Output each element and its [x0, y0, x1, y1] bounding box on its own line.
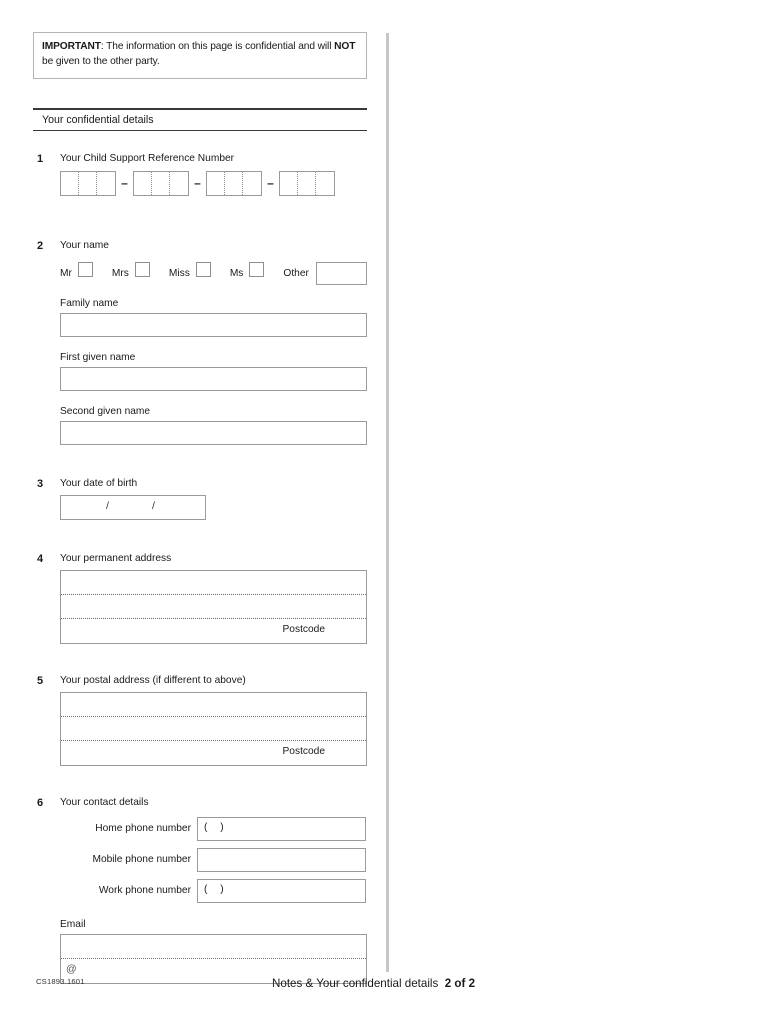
family-name-label: Family name — [60, 297, 119, 309]
question-6-number: 6 — [37, 796, 44, 809]
address-line[interactable] — [61, 717, 366, 741]
address-postcode-line[interactable]: Postcode — [61, 741, 366, 765]
question-5-label: Your postal address (if different to abo… — [60, 674, 246, 686]
reference-separator: – — [267, 176, 274, 191]
form-code: CS1893.1601 — [36, 977, 85, 986]
title-label-mrs: Mrs — [111, 267, 129, 279]
checkbox-miss[interactable] — [195, 261, 211, 277]
title-option-mr[interactable]: Mr — [60, 261, 99, 281]
footer-title: Notes & Your confidential details 2 of 2 — [272, 977, 475, 990]
question-2-label: Your name — [60, 239, 109, 251]
mobile-phone-row: Mobile phone number — [33, 847, 367, 872]
reference-group-3[interactable] — [206, 170, 262, 196]
postcode-label: Postcode — [282, 623, 325, 635]
first-given-name-input[interactable] — [60, 366, 367, 391]
question-3-label: Your date of birth — [60, 477, 138, 489]
title-option-miss[interactable]: Miss — [168, 261, 217, 281]
postcode-label: Postcode — [282, 745, 325, 757]
postal-address-input[interactable]: Postcode — [60, 691, 367, 766]
title-other-label: Other — [283, 267, 309, 279]
reference-separator: – — [121, 176, 128, 191]
question-6: 6 Your contact details Home phone number… — [33, 797, 367, 984]
question-2-number: 2 — [37, 239, 44, 252]
important-not: NOT — [334, 41, 356, 52]
important-lead: IMPORTANT — [42, 41, 101, 52]
home-phone-label: Home phone number — [95, 823, 191, 835]
reference-cell[interactable] — [61, 171, 79, 195]
date-separator-2: / — [152, 499, 155, 512]
address-line[interactable] — [61, 693, 366, 717]
question-5: 5 Your postal address (if different to a… — [33, 675, 367, 766]
title-option-mrs[interactable]: Mrs — [111, 261, 156, 281]
date-of-birth-input[interactable]: / / — [60, 494, 206, 520]
reference-cell[interactable] — [298, 171, 316, 195]
reference-number-input[interactable]: – – – — [33, 170, 367, 196]
reference-cell[interactable] — [225, 171, 243, 195]
question-3-number: 3 — [37, 477, 44, 490]
reference-cell[interactable] — [97, 172, 115, 195]
mobile-phone-input[interactable] — [197, 847, 366, 872]
second-given-name-label: Second given name — [60, 405, 151, 417]
title-label-miss: Miss — [168, 267, 190, 279]
question-1: 1 Your Child Support Reference Number – … — [33, 153, 367, 196]
reference-cell[interactable] — [134, 171, 152, 195]
at-symbol-icon: @ — [66, 962, 77, 975]
form-content: IMPORTANT: The information on this page … — [33, 32, 367, 984]
address-line[interactable] — [61, 571, 366, 595]
question-5-number: 5 — [37, 674, 44, 687]
important-text-1: : The information on this page is confid… — [100, 41, 335, 52]
reference-cell[interactable] — [280, 171, 298, 195]
mobile-phone-label: Mobile phone number — [92, 854, 191, 866]
checkbox-mrs[interactable] — [134, 261, 150, 277]
family-name-input[interactable] — [60, 312, 367, 337]
footer-page-number: 2 of 2 — [444, 977, 476, 990]
email-line[interactable] — [61, 935, 366, 959]
work-phone-input[interactable]: ( ) — [197, 878, 366, 903]
address-line[interactable] — [61, 595, 366, 619]
reference-cell[interactable] — [316, 172, 334, 195]
title-label-mr: Mr — [60, 267, 72, 279]
vertical-divider — [386, 33, 389, 972]
title-label-ms: Ms — [229, 267, 244, 279]
first-given-name-label: First given name — [60, 351, 136, 363]
permanent-address-input[interactable]: Postcode — [60, 569, 367, 644]
question-1-number: 1 — [37, 152, 44, 165]
question-2: 2 Your name Mr Mrs Miss Ms Other Family … — [33, 240, 367, 445]
title-options: Mr Mrs Miss Ms Other — [33, 261, 367, 285]
form-page: IMPORTANT: The information on this page … — [0, 0, 770, 1024]
footer-title-text: Notes & Your confidential details — [272, 977, 439, 990]
question-4-number: 4 — [37, 552, 44, 565]
work-phone-label: Work phone number — [98, 885, 191, 897]
question-4: 4 Your permanent address Postcode — [33, 553, 367, 644]
checkbox-mr[interactable] — [77, 261, 93, 277]
email-label: Email — [60, 918, 86, 930]
important-notice: IMPORTANT: The information on this page … — [33, 32, 367, 79]
reference-cell[interactable] — [207, 171, 225, 195]
title-option-ms[interactable]: Ms — [229, 261, 271, 281]
reference-cell[interactable] — [170, 172, 188, 195]
home-phone-input[interactable]: ( ) — [197, 816, 366, 841]
important-text-2: be given to the other party. — [42, 55, 160, 67]
section-header: Your confidential details — [33, 107, 367, 131]
reference-cell[interactable] — [243, 172, 261, 195]
reference-group-2[interactable] — [133, 170, 189, 196]
checkbox-ms[interactable] — [249, 261, 265, 277]
reference-cell[interactable] — [79, 171, 97, 195]
question-3: 3 Your date of birth / / — [33, 478, 367, 520]
address-postcode-line[interactable]: Postcode — [61, 619, 366, 643]
work-phone-row: Work phone number ( ) — [33, 878, 367, 903]
question-1-label: Your Child Support Reference Number — [60, 152, 235, 164]
question-6-label: Your contact details — [60, 796, 149, 808]
second-given-name-input[interactable] — [60, 420, 367, 445]
date-separator-1: / — [106, 499, 109, 512]
title-other-input[interactable] — [315, 261, 367, 285]
home-phone-row: Home phone number ( ) — [33, 816, 367, 841]
reference-cell[interactable] — [152, 171, 170, 195]
reference-group-1[interactable] — [60, 170, 116, 196]
question-4-label: Your permanent address — [60, 552, 172, 564]
reference-separator: – — [194, 176, 201, 191]
reference-group-4[interactable] — [279, 170, 335, 196]
